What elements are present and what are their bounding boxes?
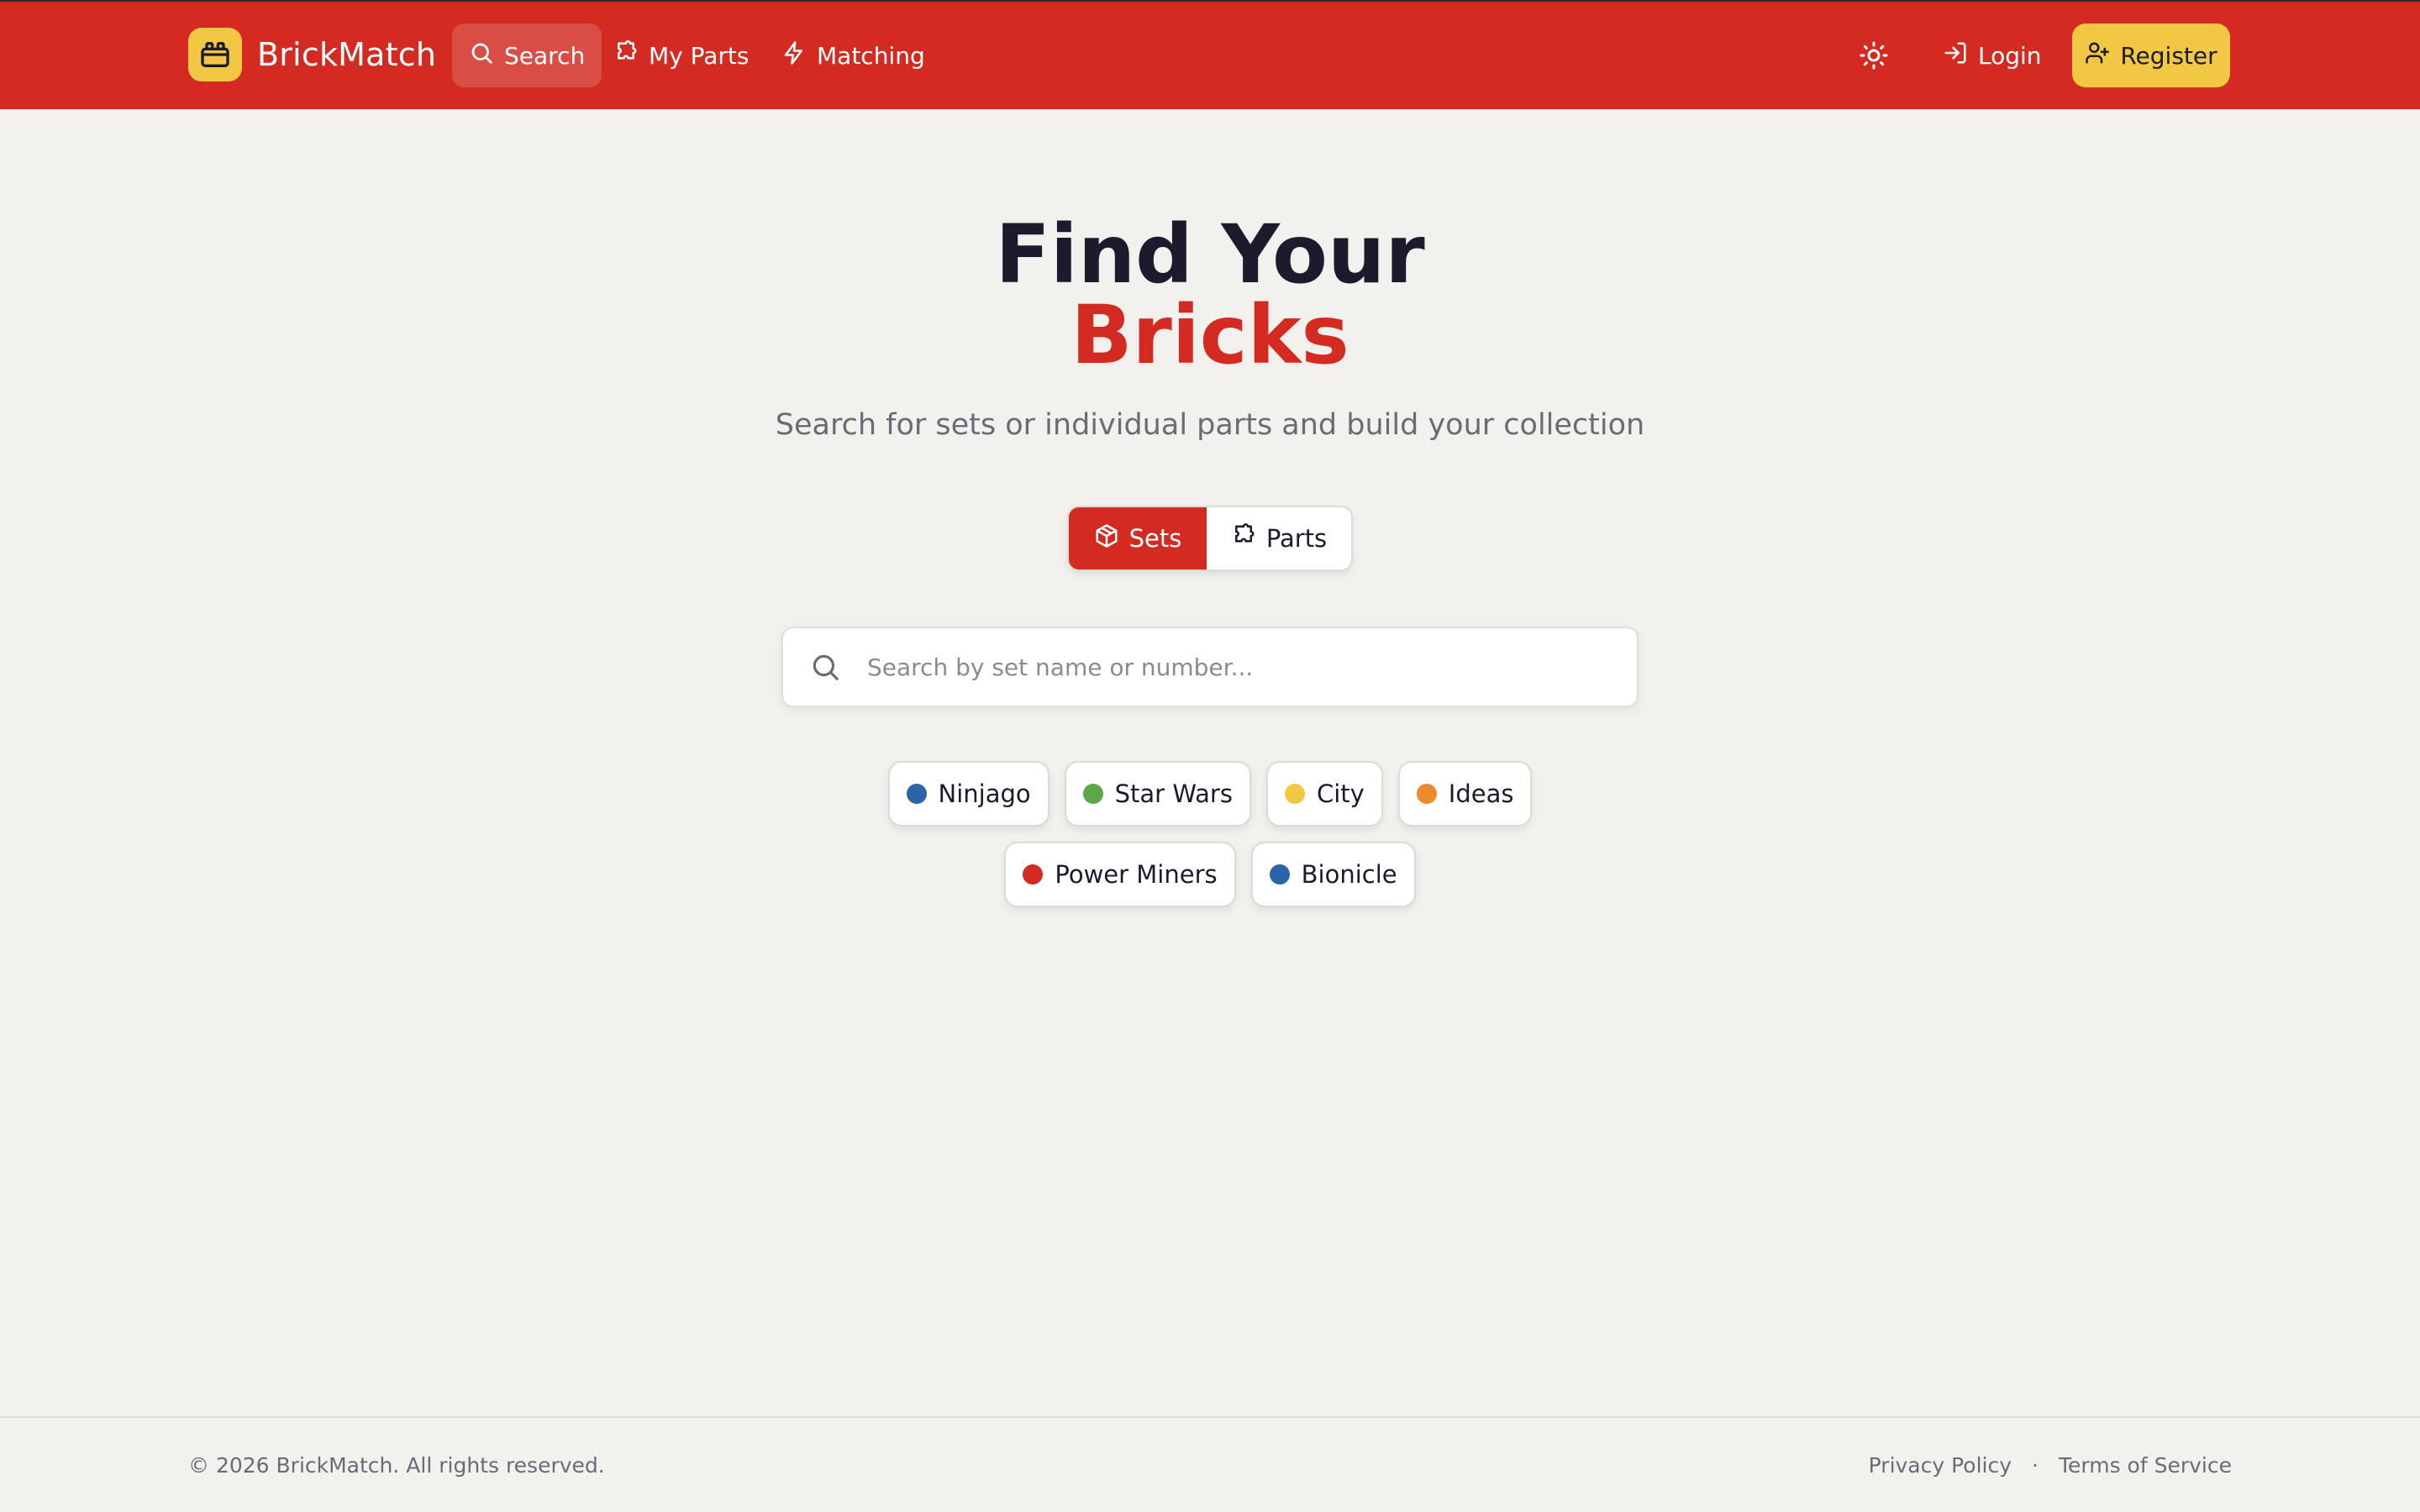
terms-of-service-link[interactable]: Terms of Service (2059, 1453, 2232, 1478)
theme-chip-label: Star Wars (1114, 780, 1233, 808)
login-button[interactable]: Login (1929, 24, 2055, 87)
theme-color-dot (1023, 864, 1044, 885)
theme-chips: Ninjago Star Wars City Ideas Power Miner… (790, 761, 1630, 907)
theme-chip-ideas[interactable]: Ideas (1397, 761, 1533, 827)
toggle-sets-button[interactable]: Sets (1069, 507, 1207, 570)
copyright-text: © 2026 BrickMatch. All rights reserved. (188, 1453, 605, 1478)
nav-matching-label: Matching (817, 41, 925, 70)
theme-color-dot (1082, 784, 1103, 804)
nav-search-label: Search (504, 41, 586, 70)
theme-color-dot (906, 784, 927, 804)
theme-chip-city[interactable]: City (1265, 761, 1383, 827)
search-bar (781, 627, 1639, 707)
register-button[interactable]: Register (2072, 24, 2230, 87)
search-input[interactable] (867, 628, 1637, 706)
theme-chip-star-wars[interactable]: Star Wars (1064, 761, 1251, 827)
nav-my-parts[interactable]: My Parts (597, 24, 766, 87)
privacy-policy-link[interactable]: Privacy Policy (1869, 1453, 2012, 1478)
theme-chip-label: Bionicle (1301, 860, 1397, 889)
theme-toggle-button[interactable] (1850, 34, 1897, 81)
theme-chip-bionicle[interactable]: Bionicle (1250, 842, 1416, 907)
nav-my-parts-label: My Parts (649, 41, 750, 70)
brick-icon (188, 28, 242, 81)
theme-chip-label: City (1316, 780, 1365, 808)
theme-chip-label: Ideas (1448, 780, 1514, 808)
theme-color-dot (1416, 784, 1437, 804)
brand-name: BrickMatch (257, 36, 437, 73)
puzzle-icon (1231, 522, 1256, 554)
search-mode-toggle: Sets Parts (1067, 506, 1353, 571)
brand-logo[interactable]: BrickMatch (188, 27, 436, 82)
sun-icon (1859, 40, 1889, 74)
theme-chip-power-miners[interactable]: Power Miners (1004, 842, 1236, 907)
nav-matching[interactable]: Matching (765, 24, 942, 87)
toggle-parts-button[interactable]: Parts (1207, 507, 1351, 570)
theme-chip-label: Power Miners (1055, 860, 1218, 889)
register-label: Register (2120, 41, 2217, 70)
hero-title-line1: Find Your (995, 207, 1425, 302)
login-icon (1943, 40, 1968, 71)
theme-color-dot (1284, 784, 1305, 804)
cube-icon (1094, 523, 1119, 554)
theme-chip-label: Ninjago (938, 780, 1031, 808)
user-plus-icon (2085, 40, 2110, 71)
toggle-parts-label: Parts (1265, 524, 1328, 553)
login-label: Login (1978, 41, 2042, 70)
theme-chip-ninjago[interactable]: Ninjago (887, 761, 1050, 827)
hero-subtitle: Search for sets or individual parts and … (775, 408, 1645, 442)
nav-search[interactable]: Search (452, 24, 602, 87)
search-icon (469, 40, 494, 71)
hero-title-line2: Bricks (1071, 288, 1349, 382)
search-icon (783, 651, 867, 683)
lightning-icon (781, 40, 807, 71)
puzzle-icon (613, 39, 639, 71)
footer-links: Privacy Policy · Terms of Service (1869, 1453, 2232, 1478)
theme-color-dot (1269, 864, 1290, 885)
toggle-sets-label: Sets (1128, 524, 1182, 553)
top-navbar: BrickMatch Search My Parts Matching Logi… (0, 0, 2420, 109)
footer-separator: · (2032, 1453, 2039, 1478)
page-footer: © 2026 BrickMatch. All rights reserved. … (0, 1416, 2420, 1512)
